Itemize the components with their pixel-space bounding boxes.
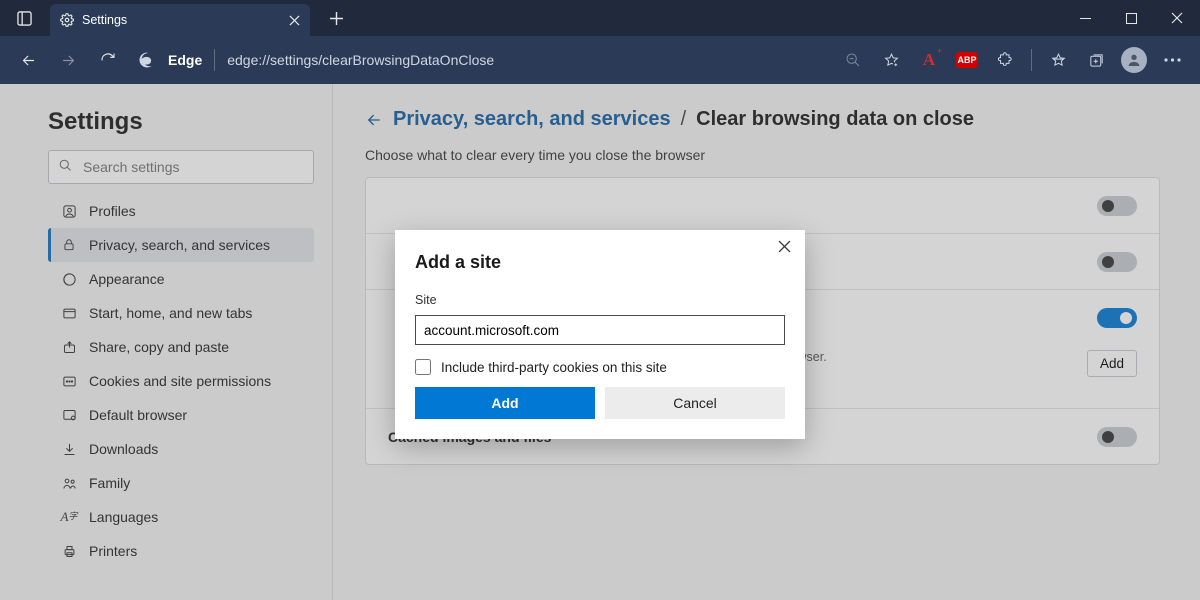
back-button[interactable] xyxy=(10,42,46,78)
browser-toolbar: Edge edge://settings/clearBrowsingDataOn… xyxy=(0,36,1200,84)
modal-cancel-button[interactable]: Cancel xyxy=(605,387,785,419)
toolbar-separator xyxy=(1031,49,1032,71)
browser-tab[interactable]: Settings xyxy=(50,4,310,36)
site-field-label: Site xyxy=(415,293,785,307)
window-minimize-button[interactable] xyxy=(1062,0,1108,36)
tab-actions-icon xyxy=(17,11,32,26)
favorites-button[interactable] xyxy=(1040,42,1076,78)
zoom-out-icon xyxy=(845,52,861,68)
tab-actions-button[interactable] xyxy=(8,0,40,36)
adblock-button[interactable]: ABP xyxy=(949,42,985,78)
collections-icon xyxy=(1088,52,1105,69)
edge-logo-icon xyxy=(138,51,156,69)
collections-button[interactable] xyxy=(1078,42,1114,78)
maximize-icon xyxy=(1126,13,1137,24)
reload-icon xyxy=(100,52,116,68)
modal-overlay: Add a site Site Include third-party cook… xyxy=(0,84,1200,600)
star-plus-icon xyxy=(883,52,900,69)
minimize-icon xyxy=(1080,13,1091,24)
modal-close-button[interactable] xyxy=(778,240,791,253)
avatar-icon xyxy=(1121,47,1147,73)
gear-icon xyxy=(60,13,74,27)
address-separator xyxy=(214,49,215,71)
close-tab-icon[interactable] xyxy=(289,15,300,26)
forward-button[interactable] xyxy=(50,42,86,78)
extensions-button[interactable] xyxy=(987,42,1023,78)
font-tool-button[interactable]: A xyxy=(911,42,947,78)
close-icon xyxy=(778,240,791,253)
tab-title: Settings xyxy=(82,13,127,27)
star-icon xyxy=(1050,52,1067,69)
zoom-out-button[interactable] xyxy=(835,42,871,78)
abp-badge: ABP xyxy=(956,52,978,68)
plus-icon xyxy=(330,12,343,25)
close-icon xyxy=(1171,12,1183,24)
font-tool-icon: A xyxy=(923,50,935,70)
forward-icon xyxy=(60,52,77,69)
favorites-add-button[interactable] xyxy=(873,42,909,78)
window-close-button[interactable] xyxy=(1154,0,1200,36)
site-input[interactable] xyxy=(415,315,785,345)
reload-button[interactable] xyxy=(90,42,126,78)
modal-add-button[interactable]: Add xyxy=(415,387,595,419)
window-titlebar: Settings xyxy=(0,0,1200,36)
profile-button[interactable] xyxy=(1116,42,1152,78)
more-icon xyxy=(1164,58,1181,62)
checkbox-label: Include third-party cookies on this site xyxy=(441,360,667,375)
more-button[interactable] xyxy=(1154,42,1190,78)
address-url[interactable]: edge://settings/clearBrowsingDataOnClose xyxy=(227,52,494,68)
third-party-checkbox-row[interactable]: Include third-party cookies on this site xyxy=(415,359,785,375)
modal-title: Add a site xyxy=(415,252,785,273)
puzzle-icon xyxy=(997,52,1014,69)
window-maximize-button[interactable] xyxy=(1108,0,1154,36)
back-icon xyxy=(20,52,37,69)
third-party-checkbox[interactable] xyxy=(415,359,431,375)
address-brand: Edge xyxy=(168,52,202,68)
new-tab-button[interactable] xyxy=(318,12,354,25)
add-site-modal: Add a site Site Include third-party cook… xyxy=(395,230,805,439)
